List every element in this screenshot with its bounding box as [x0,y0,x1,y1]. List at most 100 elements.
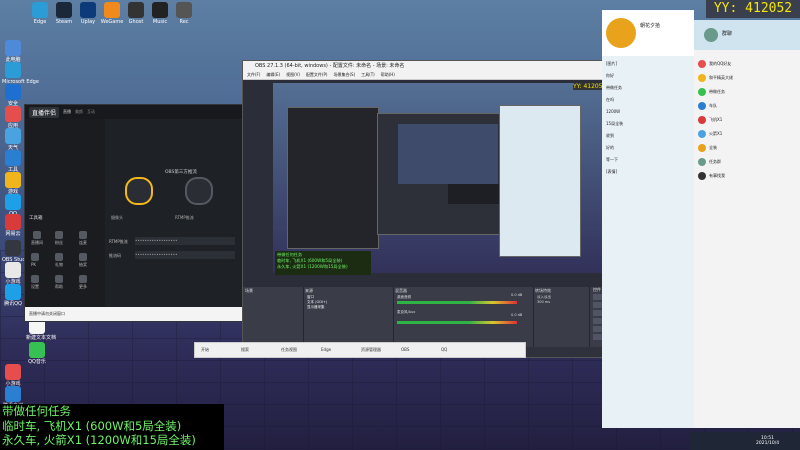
duration-field[interactable]: 300 ms [533,300,589,304]
push-key-label: 推流码 [109,253,121,258]
avatar [606,18,636,48]
tool-icon [31,253,39,261]
live-assistant-sidebar: 工具箱 直播间 粉丝 连麦 PK 礼物 抽奖 设置 帮助 更多 [25,119,105,321]
system-tray [690,432,800,450]
taskbar-item[interactable]: OBS [401,347,409,352]
taskbar-item[interactable]: 开始 [201,347,209,353]
app-icon [5,194,21,210]
obs-titlebar: OBS 27.1.3 (64-bit, windows) - 配置文件: 未命名… [243,61,641,71]
member-name: 车队 [709,103,717,108]
taskbar-item[interactable]: 搜索 [241,347,249,353]
group-member[interactable]: 飞机X1 [698,116,722,124]
avatar [698,74,706,82]
member-name: 带做任务 [709,89,725,94]
obs-menu-item[interactable]: 工具(T) [361,72,375,77]
toolbox-item-label: PK [31,262,37,267]
desktop-icon[interactable]: 工具 [2,150,24,173]
toolbox-item[interactable]: 连麦 [79,231,87,246]
member-name: 全装 [709,145,717,150]
obs-menu-item[interactable]: 配置文件(P) [306,72,328,77]
push-key-field[interactable]: •••••••••••••••••• [135,251,235,259]
member-name: 飞机X1 [709,117,723,122]
group-name: 群聊 [722,31,733,37]
toolbox-item[interactable]: 抽奖 [79,253,87,268]
camera-toggle[interactable] [125,177,153,205]
desktop-icon[interactable]: Uplay [76,2,100,25]
app-icon [29,342,45,358]
live-assistant-tab[interactable]: 互动 [87,109,95,115]
live-assistant-tab[interactable]: 直播 [63,109,71,115]
taskbar-item[interactable]: QQ [441,347,447,352]
desktop-icon[interactable]: 腾讯QQ [2,284,24,307]
desktop-icon[interactable]: OBS Studio [2,240,30,263]
app-icon [5,364,21,380]
desktop-icon[interactable]: WeGame [100,2,124,25]
desktop-icon[interactable]: QQ音乐 [26,342,48,365]
rtmp-address-field[interactable]: •••••••••••••••••• [135,237,235,245]
desktop-icon[interactable]: 小游戏 [2,262,24,285]
group-member[interactable]: 任务群 [698,158,721,166]
desktop-icon[interactable]: 网易云 [2,214,24,237]
obs-menu-item[interactable]: 场景集合(S) [333,72,355,77]
desktop-icon[interactable]: Edge [28,2,52,25]
taskbar-item[interactable]: 资源管理器 [361,347,381,353]
desktop-icon[interactable]: 此电脑 [2,40,24,63]
group-member[interactable]: 有事找我 [698,172,725,180]
app-icon [176,2,192,18]
desktop-icon[interactable]: Microsoft Edge [2,62,39,85]
toolbox-item[interactable]: PK [31,253,39,267]
qq-chat-window: 朝花夕拾 [图片] 你好 带做任务 在吗 1200W 15局全装 收到 好的 等一下 [表情] [602,10,694,428]
obs-menu-item[interactable]: 帮助(H) [381,72,395,77]
source-item[interactable]: 显示器采集 [303,305,393,310]
desktop-icon[interactable]: 游戏 [2,172,24,195]
group-member[interactable]: 车队 [698,102,717,110]
desktop-icon[interactable]: 安全 [2,84,24,107]
group-member[interactable]: 全装 [698,144,717,152]
chat-message: [图片] [606,61,618,66]
tool-icon [79,231,87,239]
desktop-icon[interactable]: Music [148,2,172,25]
rtmp-caption: RTMP推流 [175,215,194,220]
desktop-icon[interactable]: 天气 [2,128,24,151]
toolbox-item[interactable]: 礼物 [55,253,63,268]
group-member[interactable]: 带做任务 [698,88,725,96]
desktop-icon[interactable]: 小游戏 [2,364,24,387]
tool-icon [31,275,39,283]
group-member[interactable]: 火箭X1 [698,130,722,138]
chat-messages: [图片] 你好 带做任务 在吗 1200W 15局全装 收到 好的 等一下 [表情] [602,58,694,178]
live-assistant-main: OBS第三方推流 摄像头 RTMP推流 RTMP推流 •••••••••••••… [105,119,245,321]
desktop-icon-label: Rec [179,19,189,25]
toolbox-item[interactable]: 设置 [31,275,39,290]
toolbox-item[interactable]: 直播间 [31,231,43,246]
desktop-icon[interactable]: Rec [172,2,196,25]
app-icon [5,284,21,300]
nested-live-assistant [287,107,379,249]
taskbar-item[interactable]: 任务视图 [281,347,297,353]
member-name: 和平精英大佬 [709,75,733,80]
obs-preview[interactable]: YY: 412052 [273,83,611,273]
nested-qq-window [499,105,581,257]
chat-message: [表情] [606,169,618,174]
app-icon [32,2,48,18]
toolbox-item[interactable]: 粉丝 [55,231,63,246]
taskbar-item[interactable]: Edge [321,347,331,352]
toolbox-item[interactable]: 更多 [79,275,87,290]
avatar [698,158,706,166]
desktop-icon[interactable]: Ghost [124,2,148,25]
group-member[interactable]: 和平精英大佬 [698,74,733,82]
obs-menu-item[interactable]: 文件(F) [247,72,260,77]
desktop-icon[interactable]: Steam [52,2,76,25]
desktop-icon[interactable]: 应用 [2,106,24,129]
group-member[interactable]: 我的QQ好友 [698,60,731,68]
obs-menu-item[interactable]: 视图(V) [286,72,300,77]
live-assistant-tab[interactable]: 美颜 [75,109,83,115]
app-icon [5,386,21,402]
desktop-icon-label: Uplay [80,19,96,25]
mixer-db: 0.0 dB [511,313,523,317]
clock[interactable]: 10:51 2021/10/4 [756,436,779,446]
dock-scenes: 场景 [243,287,304,347]
obs-menubar: 文件(F) 编辑(E) 视图(V) 配置文件(P) 场景集合(S) 工具(T) 帮助(H) [243,71,641,80]
toolbox-item[interactable]: 帮助 [55,275,63,290]
obs-menu-item[interactable]: 编辑(E) [266,72,280,77]
rtmp-toggle[interactable] [185,177,213,205]
